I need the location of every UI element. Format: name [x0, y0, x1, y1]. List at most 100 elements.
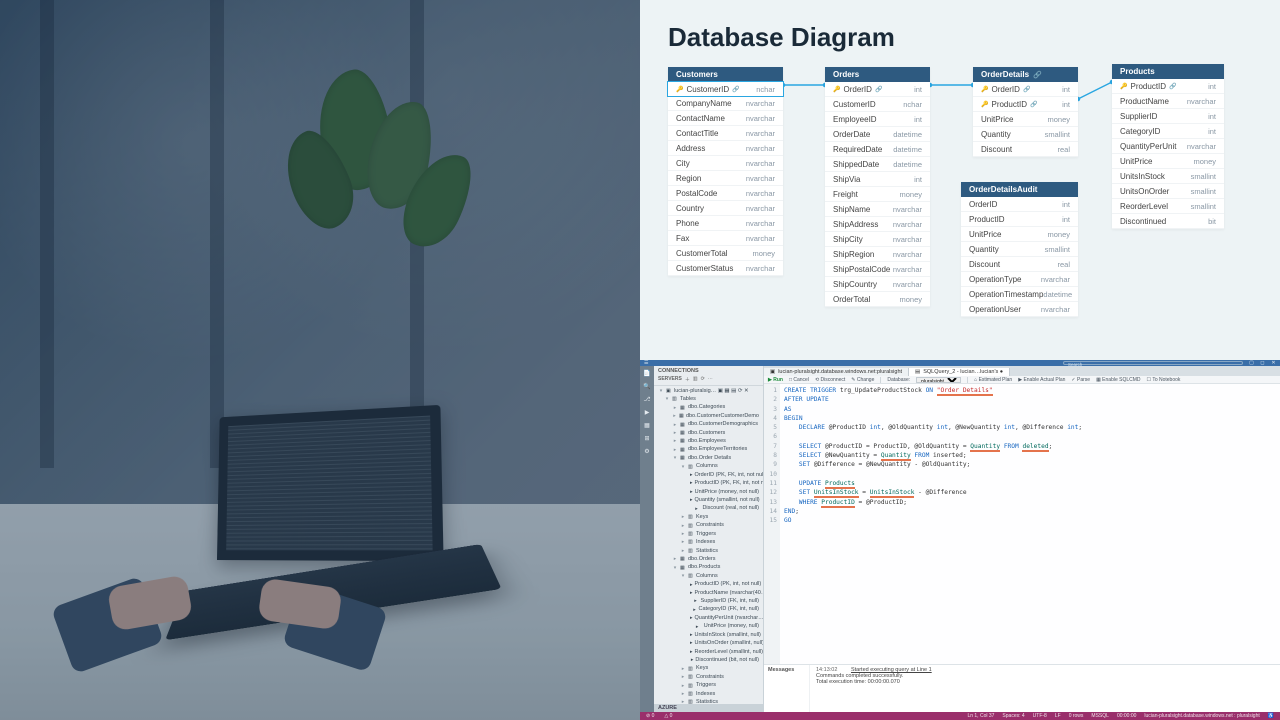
activity-icon[interactable]: 🔍 — [643, 383, 650, 390]
table-orderdetailsaudit[interactable]: OrderDetailsAuditOrderIDintProductIDintU… — [961, 182, 1078, 317]
tree-node[interactable]: ▸UnitPrice (money, not null) — [654, 488, 763, 496]
table-header[interactable]: Orders — [825, 67, 930, 82]
tree-node[interactable]: ▸UnitPrice (money, null) — [654, 623, 763, 631]
table-column[interactable]: Discontinuedbit — [1112, 214, 1224, 229]
table-column[interactable]: ContactNamenvarchar — [668, 111, 783, 126]
table-column[interactable]: ShipViaint — [825, 172, 930, 187]
table-column[interactable]: UnitPricemoney — [1112, 154, 1224, 169]
actual-plan-button[interactable]: ▶ Enable Actual Plan — [1018, 377, 1065, 383]
tree-node[interactable]: ▸▥Keys — [654, 513, 763, 521]
table-column[interactable]: 🔑ProductID 🔗int — [1112, 79, 1224, 94]
estimated-plan-button[interactable]: ⌂ Estimated Plan — [974, 377, 1012, 383]
tree-node[interactable]: ▾▥Columns — [654, 463, 763, 471]
tree-toggle-icon[interactable]: ▸ — [680, 674, 686, 681]
table-column[interactable]: Quantitysmallint — [961, 242, 1078, 257]
table-column[interactable]: OrderTotalmoney — [825, 292, 930, 307]
parse-button[interactable]: ✓ Parse — [1071, 377, 1090, 383]
table-header[interactable]: Customers — [668, 67, 783, 82]
table-header[interactable]: Products — [1112, 64, 1224, 79]
tree-toggle-icon[interactable]: ▸ — [672, 422, 678, 429]
table-column[interactable]: Citynvarchar — [668, 156, 783, 171]
messages-header[interactable]: Messages — [764, 665, 810, 712]
tree-node[interactable]: ▸▥Triggers — [654, 530, 763, 538]
sidebar-action-icon[interactable]: ▥ — [693, 376, 698, 383]
table-column[interactable]: 🔑ProductID 🔗int — [973, 97, 1078, 112]
table-column[interactable]: UnitPricemoney — [973, 112, 1078, 127]
status-item[interactable]: ♿ — [1268, 713, 1274, 719]
editor-tab[interactable]: ▣lucian-pluralsight.database.windows.net… — [764, 368, 909, 376]
tree-toggle-icon[interactable]: ▾ — [658, 388, 664, 395]
status-item[interactable]: 0 rows — [1069, 713, 1084, 719]
tree-node[interactable]: ▸UnitsInStock (smallint, null) — [654, 631, 763, 639]
sidebar-action-icon[interactable]: ⋯ — [708, 376, 713, 383]
table-column[interactable]: Countrynvarchar — [668, 201, 783, 216]
activity-icon[interactable]: ⚙ — [644, 448, 649, 455]
tree-node[interactable]: ▸▥Indexes — [654, 690, 763, 698]
tree-node[interactable]: ▾▦dbo.Order Details — [654, 454, 763, 462]
disconnect-button[interactable]: ⟲ Disconnect — [815, 377, 845, 383]
table-header[interactable]: OrderDetails🔗 — [973, 67, 1078, 82]
table-column[interactable]: ContactTitlenvarchar — [668, 126, 783, 141]
table-column[interactable]: Phonenvarchar — [668, 216, 783, 231]
tree-node[interactable]: ▸ProductID (PK, FK, int, not null) — [654, 480, 763, 488]
tree-toggle-icon[interactable]: ▸ — [680, 691, 686, 698]
object-explorer-tree[interactable]: ▾▣lucian-pluralsig… ▣ ▦ ▤ ⟳ ✕▾▥Tables▸▦d… — [654, 386, 763, 704]
status-item[interactable]: Spaces: 4 — [1002, 713, 1024, 719]
table-column[interactable]: Discountreal — [961, 257, 1078, 272]
code-editor[interactable]: 123456789101112131415 CREATE TRIGGER trg… — [764, 384, 1280, 664]
tree-node[interactable]: ▸▦dbo.Orders — [654, 555, 763, 563]
to-notebook-button[interactable]: ☐ To Notebook — [1147, 377, 1181, 383]
tree-node[interactable]: ▸▦dbo.Employees — [654, 438, 763, 446]
status-warnings[interactable]: △ 0 — [664, 713, 672, 719]
tree-toggle-icon[interactable]: ▸ — [680, 539, 686, 546]
tree-node[interactable]: ▸▦dbo.EmployeeTerritories — [654, 446, 763, 454]
tree-node[interactable]: ▸Quantity (smallint, not null) — [654, 496, 763, 504]
tree-node[interactable]: ▸▦dbo.Categories — [654, 404, 763, 412]
tree-toggle-icon[interactable]: ▸ — [672, 438, 678, 445]
tree-toggle-icon[interactable]: ▸ — [672, 405, 678, 412]
tree-toggle-icon[interactable]: ▾ — [664, 396, 670, 403]
table-orderdetails[interactable]: OrderDetails🔗🔑OrderID 🔗int🔑ProductID 🔗in… — [973, 67, 1078, 157]
tree-toggle-icon[interactable]: ▸ — [680, 514, 686, 521]
tree-node[interactable]: ▸ProductName (nvarchar(40… — [654, 589, 763, 597]
tree-node[interactable]: ▸ReorderLevel (smallint, null) — [654, 648, 763, 656]
table-column[interactable]: 🔑OrderID 🔗int — [973, 82, 1078, 97]
tree-node[interactable]: ▾▣lucian-pluralsig… ▣ ▦ ▤ ⟳ ✕ — [654, 387, 763, 395]
tree-toggle-icon[interactable]: ▾ — [680, 464, 686, 471]
table-column[interactable]: 🔑CustomerID 🔗nchar — [667, 81, 784, 97]
table-column[interactable]: ShipAddressnvarchar — [825, 217, 930, 232]
activity-icon[interactable]: ⊞ — [644, 435, 649, 442]
tree-node[interactable]: ▸▦dbo.CustomerDemographics — [654, 421, 763, 429]
table-column[interactable]: 🔑OrderID 🔗int — [825, 82, 930, 97]
tree-toggle-icon[interactable]: ▸ — [672, 413, 677, 420]
table-column[interactable]: ShipCitynvarchar — [825, 232, 930, 247]
table-column[interactable]: ShippedDatedatetime — [825, 157, 930, 172]
status-item[interactable]: MSSQL — [1091, 713, 1109, 719]
table-column[interactable]: Regionnvarchar — [668, 171, 783, 186]
editor-tab[interactable]: ▤SQLQuery_2 - lucian…lucian's ● — [909, 368, 1010, 376]
tree-toggle-icon[interactable]: ▸ — [672, 556, 678, 563]
table-column[interactable]: Addressnvarchar — [668, 141, 783, 156]
table-column[interactable]: ProductNamenvarchar — [1112, 94, 1224, 109]
table-column[interactable]: UnitsOnOrdersmallint — [1112, 184, 1224, 199]
table-column[interactable]: Faxnvarchar — [668, 231, 783, 246]
database-select[interactable]: pluralsight — [916, 377, 961, 383]
activity-icon[interactable]: ⎇ — [644, 396, 651, 403]
tree-node[interactable]: ▾▥Tables — [654, 395, 763, 403]
sqlcmd-button[interactable]: ▦ Enable SQLCMD — [1096, 377, 1140, 383]
table-column[interactable]: OperationUsernvarchar — [961, 302, 1078, 317]
status-errors[interactable]: ⊘ 0 — [646, 713, 654, 719]
activity-icon[interactable]: ▶ — [645, 409, 650, 416]
table-column[interactable]: Discountreal — [973, 142, 1078, 157]
table-column[interactable]: RequiredDatedatetime — [825, 142, 930, 157]
table-customers[interactable]: Customers🔑CustomerID 🔗ncharCompanyNamenv… — [668, 67, 783, 276]
tree-node[interactable]: ▾▦dbo.Products — [654, 564, 763, 572]
sidebar-action-icon[interactable]: ＋ — [685, 376, 690, 383]
table-column[interactable]: CustomerIDnchar — [825, 97, 930, 112]
table-column[interactable]: OperationTypenvarchar — [961, 272, 1078, 287]
status-item[interactable]: lucian-pluralsight.database.windows.net … — [1144, 713, 1259, 719]
table-column[interactable]: ShipNamenvarchar — [825, 202, 930, 217]
tree-node[interactable]: ▸▥Indexes — [654, 539, 763, 547]
sidebar-action-icon[interactable]: ⟳ — [701, 376, 705, 383]
tree-toggle-icon[interactable]: ▸ — [672, 447, 678, 454]
